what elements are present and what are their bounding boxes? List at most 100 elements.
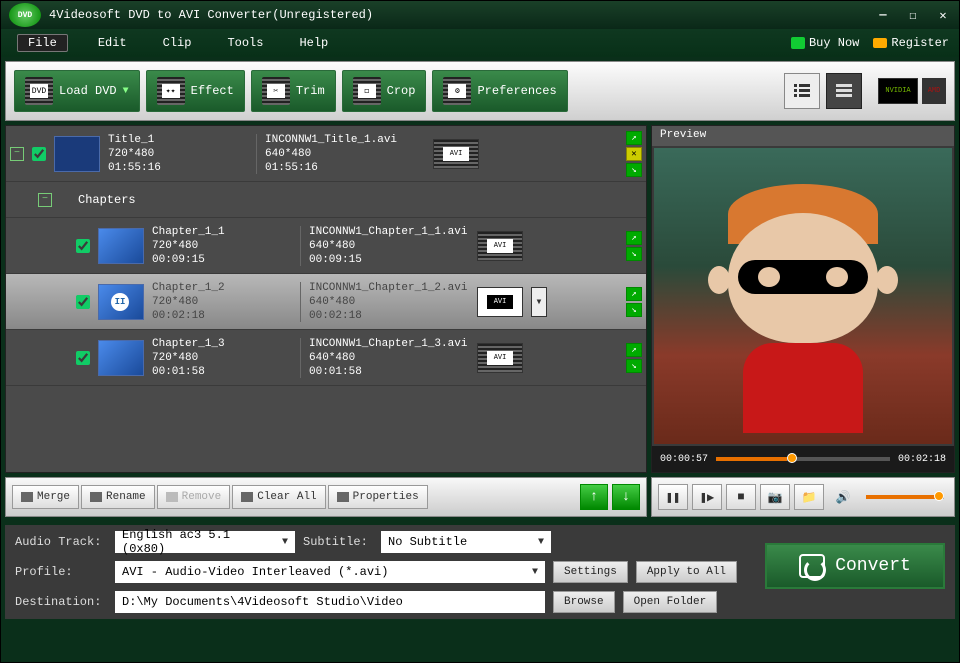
app-logo-icon: DVD [9,3,41,27]
chapter-out-res: 640*480 [309,352,469,364]
load-dvd-button[interactable]: DVD Load DVD▼ [14,70,140,112]
register-link[interactable]: Register [873,36,949,50]
profile-dropdown-caret[interactable]: ▾ [531,287,547,317]
title-res: 720*480 [108,148,248,160]
destination-label: Destination: [15,595,107,609]
apply-to-all-button[interactable]: Apply to All [636,561,737,583]
minimize-button[interactable]: — [875,8,891,22]
chapter-res: 720*480 [152,352,292,364]
cart-icon [791,37,805,49]
title-remove[interactable]: ✕ [626,147,642,161]
chapter-move-up[interactable]: ↗ [626,343,642,357]
profile-label: Profile: [15,565,107,579]
preview-timeline[interactable]: 00:00:57 00:02:18 [652,446,954,472]
chapter-profile-button[interactable]: AVI [477,231,523,261]
preview-image [654,148,952,444]
chapter-out-res: 640*480 [309,240,469,252]
chapters-collapse-icon[interactable]: − [38,193,52,207]
effect-button[interactable]: ✦✦ Effect [146,70,245,112]
menu-clip[interactable]: Clip [157,34,198,52]
open-folder-button[interactable]: 📁 [794,484,824,510]
destination-value: D:\My Documents\4Videosoft Studio\Video [122,595,403,609]
rename-label: Rename [106,491,146,503]
menu-file[interactable]: File [17,34,68,52]
seek-slider[interactable] [716,457,890,461]
chapter-checkbox[interactable] [76,239,90,253]
merge-label: Merge [37,491,70,503]
trim-button[interactable]: ✂ Trim [251,70,336,112]
chapter-move-up[interactable]: ↗ [626,287,642,301]
chapter-row[interactable]: Chapter_1_3 720*480 00:01:58 INCONNW1_Ch… [6,330,646,386]
view-detail-button[interactable] [826,73,862,109]
menu-edit[interactable]: Edit [92,34,133,52]
titlebar: DVD 4Videosoft DVD to AVI Converter(Unre… [1,1,959,29]
move-down-button[interactable]: ↓ [612,484,640,510]
view-list-button[interactable] [784,73,820,109]
chapter-row[interactable]: Chapter_1_1 720*480 00:09:15 INCONNW1_Ch… [6,218,646,274]
menu-help[interactable]: Help [293,34,334,52]
chapter-move-down[interactable]: ↘ [626,247,642,261]
convert-button[interactable]: Convert [765,543,945,589]
rename-button[interactable]: Rename [81,485,155,509]
clear-all-button[interactable]: Clear All [232,485,325,509]
settings-button[interactable]: Settings [553,561,628,583]
chapter-checkbox[interactable] [76,295,90,309]
subtitle-select[interactable]: No Subtitle▼ [381,531,551,553]
convert-label: Convert [835,556,911,576]
chapter-dur: 00:09:15 [152,254,292,266]
maximize-button[interactable]: ☐ [905,8,921,22]
title-row[interactable]: − Title_1 720*480 01:55:16 INCONNW1_Titl… [6,126,646,182]
buy-now-link[interactable]: Buy Now [791,36,859,50]
chapter-move-up[interactable]: ↗ [626,231,642,245]
chapter-move-down[interactable]: ↘ [626,359,642,373]
playback-controls: ❚❚ ❚▶ ■ 📷 📁 🔊 [651,477,955,517]
audio-track-select[interactable]: English ac3 5.1 (0x80)▼ [115,531,295,553]
pause-button[interactable]: ❚❚ [658,484,688,510]
chapter-row[interactable]: II Chapter_1_2 720*480 00:02:18 INCONNW1… [6,274,646,330]
title-thumbnail [54,136,100,172]
volume-slider[interactable] [866,495,944,499]
crop-button[interactable]: ◻ Crop [342,70,427,112]
remove-label: Remove [182,491,222,503]
destination-input[interactable]: D:\My Documents\4Videosoft Studio\Video [115,591,545,613]
properties-icon [337,492,349,502]
menu-tools[interactable]: Tools [221,34,269,52]
avi-tag: AVI [487,351,513,365]
title-move-up[interactable]: ↗ [626,131,642,145]
remove-button[interactable]: Remove [157,485,231,509]
convert-icon [799,554,825,578]
merge-button[interactable]: Merge [12,485,79,509]
chapter-move-down[interactable]: ↘ [626,303,642,317]
profile-select[interactable]: AVI - Audio-Video Interleaved (*.avi)▼ [115,561,545,583]
mute-button[interactable]: 🔊 [828,484,858,510]
stop-button[interactable]: ■ [726,484,756,510]
open-folder-button[interactable]: Open Folder [623,591,718,613]
title-profile-button[interactable]: AVI [433,139,479,169]
clear-label: Clear All [257,491,316,503]
preferences-button[interactable]: ⚙ Preferences [432,70,567,112]
chapter-profile-button[interactable]: AVI [477,287,523,317]
avi-tag: AVI [443,147,469,161]
crop-icon: ◻ [353,77,381,105]
properties-button[interactable]: Properties [328,485,428,509]
chapter-dur: 00:02:18 [152,310,292,322]
browse-button[interactable]: Browse [553,591,615,613]
time-current: 00:00:57 [660,454,708,465]
move-up-button[interactable]: ↑ [580,484,608,510]
title-out-dur: 01:55:16 [265,162,425,174]
close-button[interactable]: ✕ [935,8,951,22]
chapter-out-name: INCONNW1_Chapter_1_3.avi [309,338,469,350]
collapse-icon[interactable]: − [10,147,24,161]
chapter-profile-button[interactable]: AVI [477,343,523,373]
preferences-label: Preferences [477,84,556,98]
title-move-down[interactable]: ↘ [626,163,642,177]
subtitle-label: Subtitle: [303,535,373,549]
pause-icon: II [111,293,129,311]
snapshot-button[interactable]: 📷 [760,484,790,510]
crop-label: Crop [387,84,416,98]
title-checkbox[interactable] [32,147,46,161]
effect-icon: ✦✦ [157,77,185,105]
chapter-checkbox[interactable] [76,351,90,365]
chapters-label: Chapters [78,193,136,207]
step-button[interactable]: ❚▶ [692,484,722,510]
